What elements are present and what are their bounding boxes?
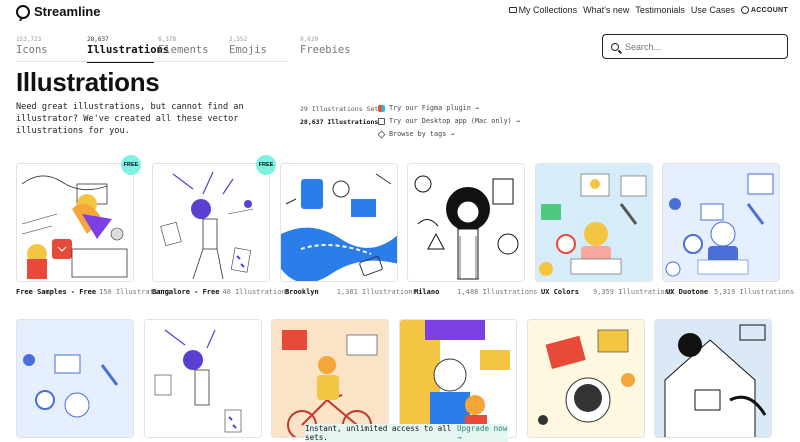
my-collections-link[interactable]: My Collections	[508, 5, 578, 15]
search-box[interactable]	[602, 34, 788, 59]
tab-elements[interactable]: 6,378 Elements	[158, 36, 229, 60]
upgrade-link[interactable]: Upgrade now →	[457, 424, 508, 442]
set-caption: Free Samples - Free 150 Illustrations	[16, 288, 171, 296]
set-card-brooklyn[interactable]	[280, 163, 398, 282]
brand-name: Streamline	[34, 4, 101, 19]
set-name: Free Samples - Free	[16, 288, 97, 296]
astronaut-illustration	[528, 320, 644, 437]
tab-icons[interactable]: 153,723 Icons	[16, 36, 87, 60]
set-caption: UX Duotone 5,319 Illustrations	[666, 288, 794, 296]
set-card-ux-duotone[interactable]	[662, 163, 780, 282]
my-collections-label: My Collections	[518, 5, 578, 15]
free-badge: FREE	[256, 155, 276, 175]
user-icon	[740, 6, 749, 14]
search-icon	[611, 42, 619, 51]
page-title: Illustrations	[16, 67, 160, 97]
tab-count: 2,352	[229, 36, 248, 43]
set-card-row2-4[interactable]	[399, 319, 517, 438]
logo-bubble-icon	[16, 4, 30, 19]
ux-duotone-illustration	[663, 164, 779, 281]
figma-link-label: Try our Figma plugin →	[389, 104, 480, 112]
set-count: 9,359 Illustrations	[592, 288, 674, 296]
set-name: Brooklyn	[285, 288, 319, 296]
brooklyn-illustration	[281, 164, 397, 281]
account-label: ACCOUNT	[750, 6, 788, 14]
free-badge: FREE	[121, 155, 141, 175]
tab-label: Illustrations	[87, 44, 170, 56]
whats-new-link[interactable]: What's new	[583, 5, 629, 15]
set-count: 40 Illustrations	[222, 288, 290, 296]
tab-count: 6,378	[158, 36, 177, 43]
set-card-bangalore[interactable]	[152, 163, 270, 282]
tab-freebies[interactable]: 9,629 Freebies	[300, 36, 371, 60]
purple-line-illustration	[145, 320, 261, 437]
cyclist-illustration	[272, 320, 388, 437]
duotone-blue-illustration	[17, 320, 133, 437]
set-name: Milano	[414, 288, 440, 296]
set-card-ux-colors[interactable]	[535, 163, 653, 282]
set-stats: 29 Illustrations Sets 28,637 Illustratio…	[300, 103, 382, 129]
milano-illustration	[408, 164, 524, 281]
ux-colors-illustration	[536, 164, 652, 281]
sets-count: 29 Illustrations Sets	[300, 105, 383, 113]
colorful-people-illustration	[400, 320, 516, 437]
tab-label: Elements	[158, 44, 209, 56]
set-card-milano[interactable]	[407, 163, 525, 282]
desktop-link-label: Try our Desktop app (Mac only) →	[389, 117, 520, 125]
account-link[interactable]: ACCOUNT	[740, 6, 788, 14]
bangalore-illustration	[153, 164, 269, 281]
tab-illustrations[interactable]: 28,637 Illustrations	[87, 36, 170, 63]
page-description: Need great illustrations, but cannot fin…	[16, 102, 244, 136]
category-tabs: 153,723 Icons 28,637 Illustrations 6,378…	[16, 36, 371, 63]
set-card-row2-1[interactable]	[16, 319, 134, 438]
set-caption: Brooklyn 1,381 Illustrations	[285, 288, 417, 296]
house-illustration	[655, 320, 771, 437]
folder-icon	[508, 7, 517, 13]
top-nav: My Collections What's new Testimonials U…	[508, 5, 788, 15]
set-card-free-samples[interactable]	[16, 163, 134, 282]
tag-icon	[377, 130, 386, 139]
streamline-logo[interactable]: Streamline	[16, 4, 100, 19]
set-card-row2-3[interactable]	[271, 319, 389, 438]
search-input[interactable]	[625, 41, 775, 52]
set-name: UX Colors	[541, 288, 579, 296]
set-count: 1,381 Illustrations	[336, 288, 417, 296]
tags-link-label: Browse by tags →	[389, 130, 455, 138]
figma-icon	[378, 105, 385, 112]
set-card-row2-6[interactable]	[654, 319, 772, 438]
upgrade-banner[interactable]: Instant, unlimited access to all sets. U…	[305, 424, 508, 442]
tab-count: 28,637	[87, 36, 109, 43]
use-cases-link[interactable]: Use Cases	[691, 5, 735, 15]
tab-label: Icons	[16, 44, 48, 56]
tab-label: Freebies	[300, 44, 351, 56]
illustrations-total: 28,637 Illustrations	[300, 118, 379, 126]
banner-text: Instant, unlimited access to all sets.	[305, 424, 452, 442]
set-count: 5,319 Illustrations	[714, 288, 795, 296]
tabs-divider	[16, 61, 288, 62]
figma-plugin-link[interactable]: Try our Figma plugin →	[378, 102, 520, 115]
set-name: Bangalore - Free	[152, 288, 220, 296]
set-caption: UX Colors 9,359 Illustrations	[541, 288, 673, 296]
browse-tags-link[interactable]: Browse by tags →	[377, 128, 520, 141]
testimonials-link[interactable]: Testimonials	[635, 5, 685, 15]
quick-links: Try our Figma plugin → Try our Desktop a…	[377, 102, 520, 141]
set-name: UX Duotone	[666, 288, 709, 296]
set-caption: Milano 1,488 Illustrations	[414, 288, 537, 296]
set-card-row2-5[interactable]	[527, 319, 645, 438]
tab-count: 153,723	[16, 36, 42, 43]
tab-count: 9,629	[300, 36, 319, 43]
set-caption: Bangalore - Free 40 Illustrations	[152, 288, 290, 296]
tab-label: Emojis	[229, 44, 267, 56]
set-count: 1,488 Illustrations	[457, 288, 538, 296]
tab-emojis[interactable]: 2,352 Emojis	[229, 36, 300, 60]
desktop-app-link[interactable]: Try our Desktop app (Mac only) →	[378, 115, 520, 128]
desktop-icon	[378, 118, 385, 125]
set-card-row2-2[interactable]	[144, 319, 262, 438]
free-samples-illustration	[17, 164, 133, 281]
